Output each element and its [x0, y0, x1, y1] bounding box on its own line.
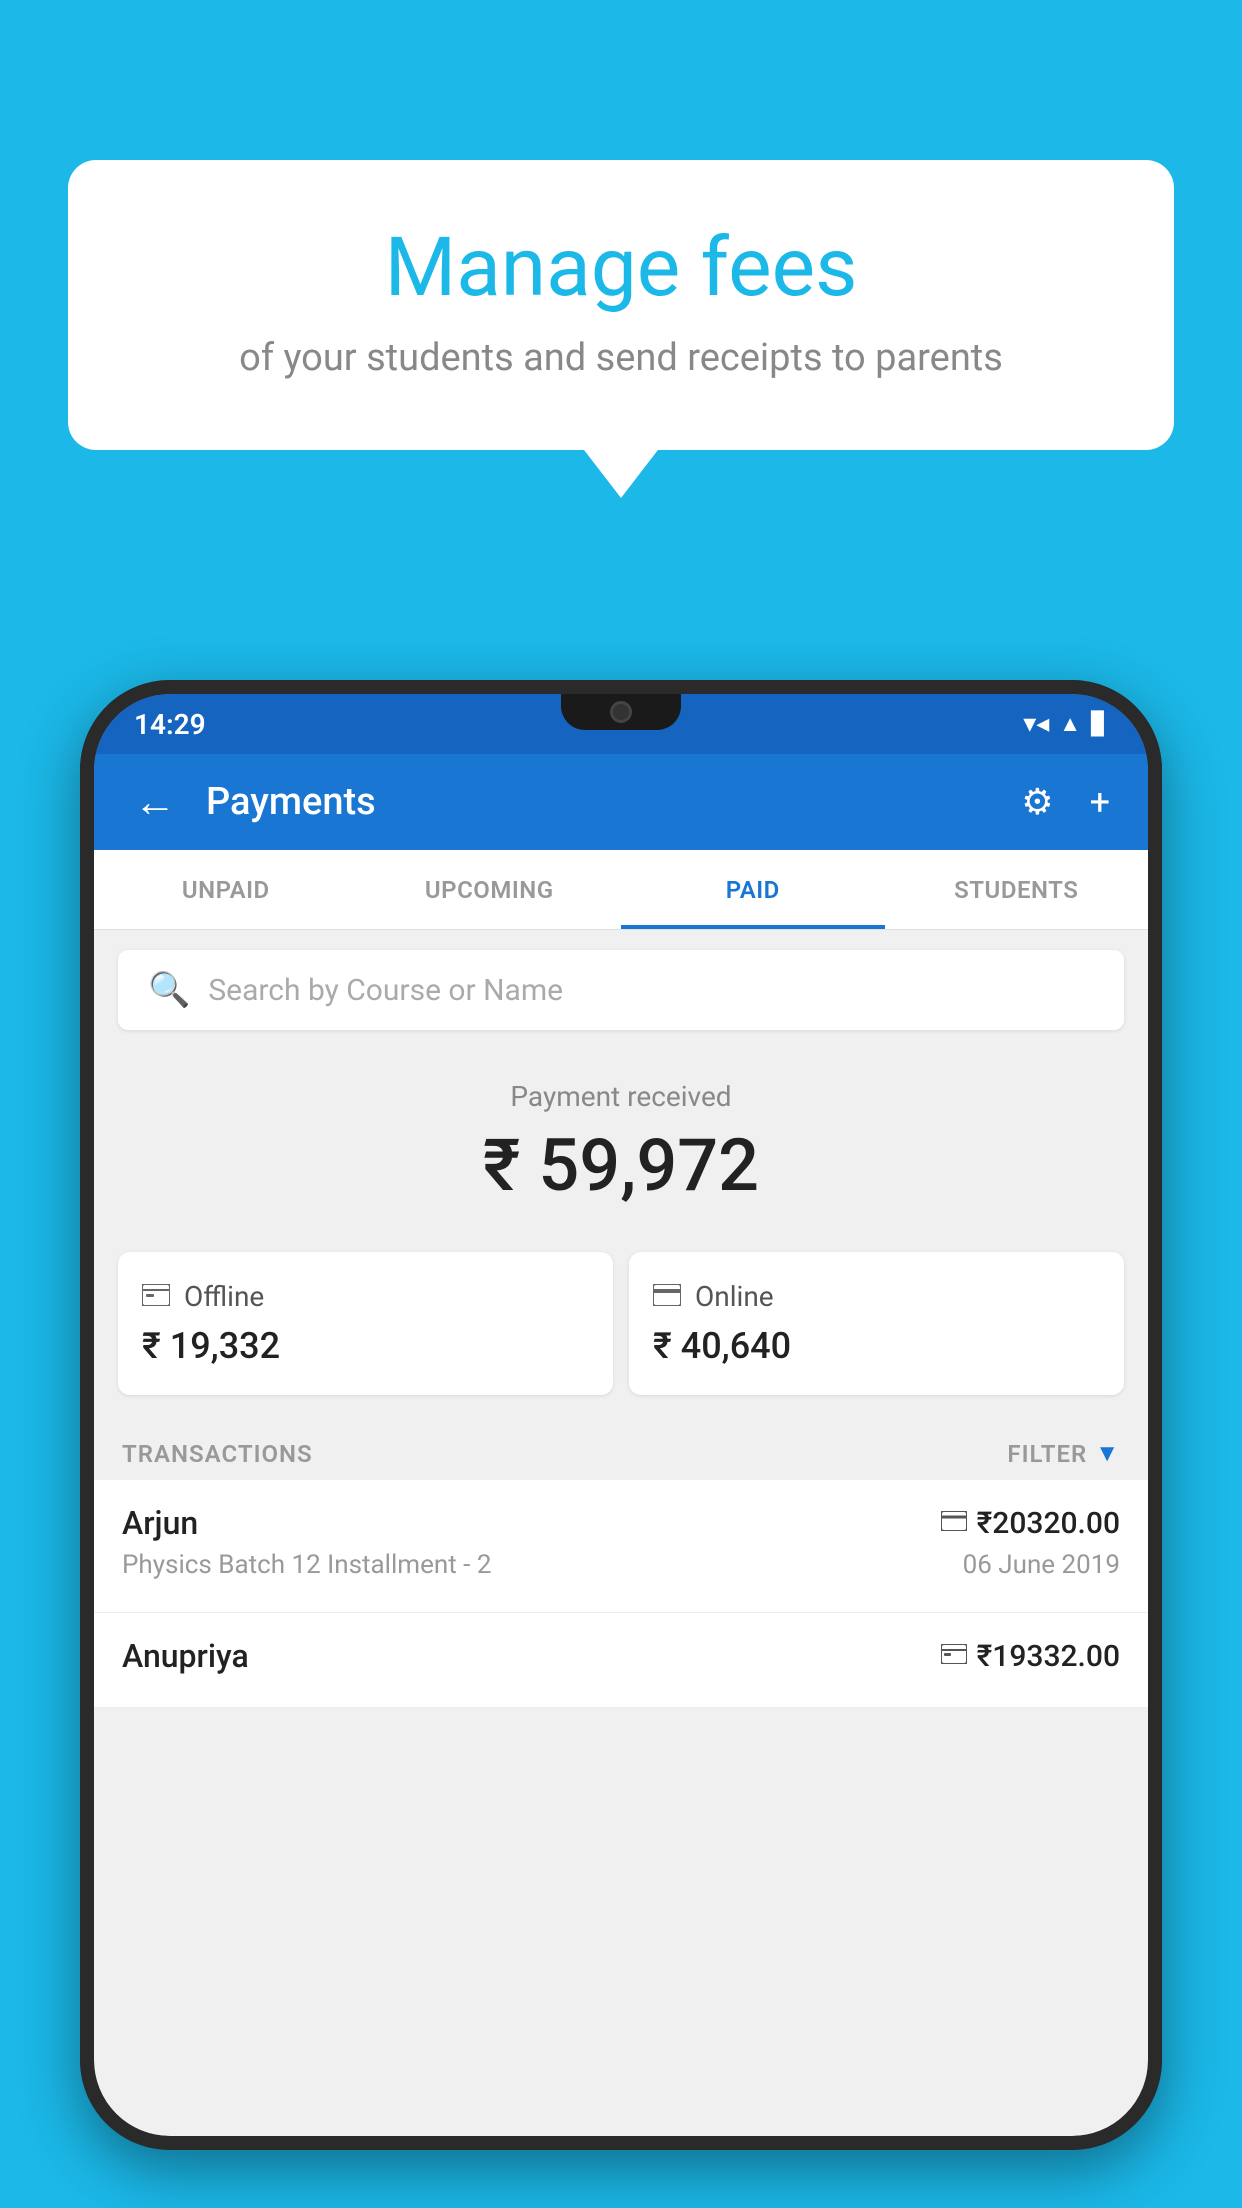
signal-icon: ▲ — [1059, 711, 1081, 737]
phone: 14:29 ▾◂ ▲ ▊ ← Payments ⚙ + UNPAID — [80, 680, 1162, 2150]
payment-total-amount: ₹ 59,972 — [114, 1123, 1128, 1208]
offline-icon — [142, 1280, 170, 1313]
notch — [561, 694, 681, 730]
app-bar-icons: ⚙ + — [1013, 773, 1118, 831]
transaction-date-1: 06 June 2019 — [963, 1550, 1120, 1580]
tab-paid[interactable]: PAID — [621, 850, 885, 929]
tab-unpaid[interactable]: UNPAID — [94, 850, 358, 929]
offline-amount: ₹ 19,332 — [142, 1325, 589, 1367]
filter-icon: ▼ — [1095, 1439, 1120, 1468]
add-icon[interactable]: + — [1082, 773, 1118, 831]
tab-upcoming[interactable]: UPCOMING — [358, 850, 622, 929]
online-card-header: Online — [653, 1280, 1100, 1313]
transaction-amount-row-2: ₹19332.00 — [941, 1639, 1120, 1674]
payment-type-icon-2 — [941, 1642, 967, 1670]
transaction-amount-row-1: ₹20320.00 — [941, 1506, 1120, 1541]
transaction-name-1: Arjun — [122, 1504, 198, 1542]
transactions-list: Arjun ₹20320.00 — [94, 1480, 1148, 1708]
payment-summary: Payment received ₹ 59,972 — [94, 1050, 1148, 1252]
transactions-header: TRANSACTIONS FILTER ▼ — [94, 1419, 1148, 1480]
transaction-detail-row-1: Physics Batch 12 Installment - 2 06 June… — [122, 1550, 1120, 1580]
tabs-bar: UNPAID UPCOMING PAID STUDENTS — [94, 850, 1148, 930]
status-icons: ▾◂ ▲ ▊ — [1023, 709, 1108, 739]
filter-label: FILTER — [1007, 1440, 1087, 1468]
speech-bubble-subtitle: of your students and send receipts to pa… — [118, 336, 1124, 380]
app-bar-title: Payments — [206, 780, 993, 824]
phone-screen: 14:29 ▾◂ ▲ ▊ ← Payments ⚙ + UNPAID — [94, 694, 1148, 2136]
speech-bubble: Manage fees of your students and send re… — [68, 160, 1174, 450]
tab-students[interactable]: STUDENTS — [885, 850, 1149, 929]
app-bar: ← Payments ⚙ + — [94, 754, 1148, 850]
search-icon: 🔍 — [148, 970, 190, 1010]
online-amount: ₹ 40,640 — [653, 1325, 1100, 1367]
payment-received-label: Payment received — [114, 1080, 1128, 1113]
transaction-row-2: Anupriya ₹19332.00 — [122, 1637, 1120, 1675]
transaction-item[interactable]: Arjun ₹20320.00 — [94, 1480, 1148, 1613]
online-icon — [653, 1280, 681, 1313]
wifi-icon: ▾◂ — [1023, 709, 1049, 739]
back-button[interactable]: ← — [124, 768, 186, 837]
online-label: Online — [695, 1280, 774, 1313]
online-payment-card: Online ₹ 40,640 — [629, 1252, 1124, 1395]
transaction-row-1: Arjun ₹20320.00 — [122, 1504, 1120, 1542]
transaction-amount-1: ₹20320.00 — [977, 1506, 1120, 1541]
transaction-detail-1: Physics Batch 12 Installment - 2 — [122, 1550, 491, 1580]
transactions-label: TRANSACTIONS — [122, 1440, 313, 1468]
speech-bubble-title: Manage fees — [118, 220, 1124, 316]
offline-label: Offline — [184, 1280, 264, 1313]
battery-icon: ▊ — [1091, 712, 1108, 737]
payment-type-icon-1 — [941, 1509, 967, 1537]
payment-cards: Offline ₹ 19,332 Online — [94, 1252, 1148, 1419]
status-time: 14:29 — [134, 708, 206, 741]
content-area: 🔍 Search by Course or Name Payment recei… — [94, 930, 1148, 2136]
transaction-name-2: Anupriya — [122, 1637, 249, 1675]
transaction-item-2[interactable]: Anupriya ₹19332.00 — [94, 1613, 1148, 1708]
filter-button[interactable]: FILTER ▼ — [1007, 1439, 1120, 1468]
phone-container: 14:29 ▾◂ ▲ ▊ ← Payments ⚙ + UNPAID — [80, 680, 1162, 2208]
settings-icon[interactable]: ⚙ — [1013, 773, 1061, 831]
transaction-amount-2: ₹19332.00 — [977, 1639, 1120, 1674]
camera — [610, 701, 632, 723]
search-bar[interactable]: 🔍 Search by Course or Name — [118, 950, 1124, 1030]
search-placeholder: Search by Course or Name — [208, 973, 563, 1008]
offline-card-header: Offline — [142, 1280, 589, 1313]
offline-payment-card: Offline ₹ 19,332 — [118, 1252, 613, 1395]
